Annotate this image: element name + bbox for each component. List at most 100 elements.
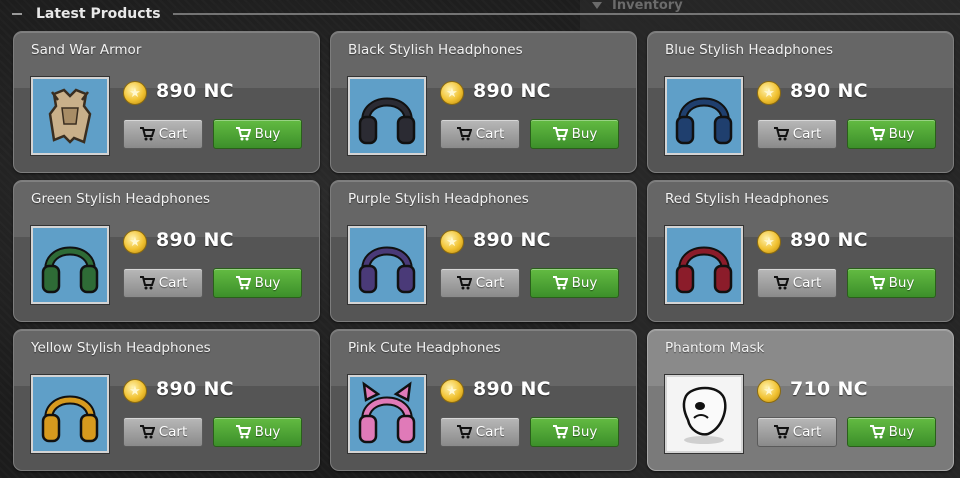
cart-icon — [773, 127, 789, 141]
nc-coin-icon: ★ — [440, 379, 464, 403]
product-thumbnail[interactable] — [348, 375, 426, 453]
cart-icon — [139, 127, 155, 141]
buy-button-label: Buy — [571, 275, 598, 291]
section-header: Latest Products — [12, 4, 960, 24]
buy-button-label: Buy — [254, 424, 281, 440]
product-thumbnail[interactable] — [31, 226, 109, 304]
product-price: 890 NC — [790, 80, 868, 102]
cart-icon — [773, 425, 789, 439]
buy-button[interactable]: Buy — [530, 268, 619, 298]
cart-icon — [773, 276, 789, 290]
buy-button-label: Buy — [888, 275, 915, 291]
product-thumbnail[interactable] — [665, 375, 743, 453]
headphones-icon — [41, 395, 99, 443]
cart-button-label: Cart — [792, 275, 822, 291]
buy-button[interactable]: Buy — [847, 417, 936, 447]
add-to-cart-button[interactable]: Cart — [757, 417, 837, 447]
product-thumbnail[interactable] — [665, 77, 743, 155]
product-name: Pink Cute Headphones — [348, 340, 501, 356]
buy-button[interactable]: Buy — [213, 119, 302, 149]
cart-icon — [235, 425, 251, 439]
buy-button-label: Buy — [254, 275, 281, 291]
product-card: Pink Cute Headphones ★ 890 NC Cart Buy — [330, 329, 637, 471]
add-to-cart-button[interactable]: Cart — [123, 417, 203, 447]
cart-icon — [456, 276, 472, 290]
cart-icon — [235, 127, 251, 141]
product-name: Sand War Armor — [31, 42, 142, 58]
buy-button-label: Buy — [254, 126, 281, 142]
product-name: Yellow Stylish Headphones — [31, 340, 211, 356]
product-name: Red Stylish Headphones — [665, 191, 829, 207]
add-to-cart-button[interactable]: Cart — [123, 268, 203, 298]
product-thumbnail[interactable] — [348, 77, 426, 155]
cart-button-label: Cart — [475, 126, 505, 142]
nc-coin-icon: ★ — [123, 379, 147, 403]
product-thumbnail[interactable] — [31, 77, 109, 155]
product-card: Sand War Armor ★ 890 NC Cart Buy — [13, 31, 320, 173]
buy-button[interactable]: Buy — [847, 119, 936, 149]
product-card: Purple Stylish Headphones ★ 890 NC Cart … — [330, 180, 637, 322]
product-card: Blue Stylish Headphones ★ 890 NC Cart Bu… — [647, 31, 954, 173]
nc-coin-icon: ★ — [123, 81, 147, 105]
product-thumbnail[interactable] — [31, 375, 109, 453]
cart-icon — [552, 425, 568, 439]
add-to-cart-button[interactable]: Cart — [440, 268, 520, 298]
cart-button-label: Cart — [158, 275, 188, 291]
add-to-cart-button[interactable]: Cart — [757, 268, 837, 298]
cat-ear-headphones-icon — [358, 381, 416, 444]
cart-icon — [456, 425, 472, 439]
product-name: Green Stylish Headphones — [31, 191, 210, 207]
product-price: 890 NC — [473, 378, 551, 400]
product-price: 890 NC — [473, 80, 551, 102]
product-name: Blue Stylish Headphones — [665, 42, 833, 58]
add-to-cart-button[interactable]: Cart — [123, 119, 203, 149]
cart-icon — [552, 276, 568, 290]
buy-button[interactable]: Buy — [847, 268, 936, 298]
product-price: 890 NC — [790, 229, 868, 251]
cart-icon — [139, 276, 155, 290]
cart-icon — [235, 276, 251, 290]
product-card: Yellow Stylish Headphones ★ 890 NC Cart … — [13, 329, 320, 471]
buy-button[interactable]: Buy — [213, 417, 302, 447]
nc-coin-icon: ★ — [440, 230, 464, 254]
product-thumbnail[interactable] — [665, 226, 743, 304]
product-price: 710 NC — [790, 378, 868, 400]
cart-button-label: Cart — [475, 275, 505, 291]
cart-icon — [869, 276, 885, 290]
buy-button-label: Buy — [571, 126, 598, 142]
product-name: Phantom Mask — [665, 340, 765, 356]
cart-icon — [552, 127, 568, 141]
headphones-icon — [675, 97, 733, 145]
buy-button[interactable]: Buy — [530, 417, 619, 447]
sand-war-armor-icon — [48, 88, 92, 144]
collapse-dash-icon[interactable] — [12, 13, 22, 15]
add-to-cart-button[interactable]: Cart — [440, 417, 520, 447]
headphones-icon — [675, 246, 733, 294]
nc-coin-icon: ★ — [123, 230, 147, 254]
cart-button-label: Cart — [158, 126, 188, 142]
product-card: Red Stylish Headphones ★ 890 NC Cart Buy — [647, 180, 954, 322]
product-card: Green Stylish Headphones ★ 890 NC Cart B… — [13, 180, 320, 322]
product-card: Black Stylish Headphones ★ 890 NC Cart B… — [330, 31, 637, 173]
headphones-icon — [358, 97, 416, 145]
section-title: Latest Products — [36, 6, 161, 22]
cart-button-label: Cart — [792, 424, 822, 440]
add-to-cart-button[interactable]: Cart — [440, 119, 520, 149]
cart-icon — [869, 425, 885, 439]
cart-icon — [139, 425, 155, 439]
cart-icon — [869, 127, 885, 141]
nc-coin-icon: ★ — [757, 230, 781, 254]
headphones-icon — [358, 246, 416, 294]
cart-button-label: Cart — [792, 126, 822, 142]
phantom-mask-icon — [682, 386, 727, 444]
product-price: 890 NC — [156, 378, 234, 400]
product-thumbnail[interactable] — [348, 226, 426, 304]
headphones-icon — [41, 246, 99, 294]
cart-button-label: Cart — [475, 424, 505, 440]
product-card-selected: Phantom Mask ★ 710 NC Cart Buy — [647, 329, 954, 471]
add-to-cart-button[interactable]: Cart — [757, 119, 837, 149]
section-divider — [172, 13, 960, 15]
buy-button[interactable]: Buy — [530, 119, 619, 149]
buy-button[interactable]: Buy — [213, 268, 302, 298]
product-price: 890 NC — [156, 229, 234, 251]
